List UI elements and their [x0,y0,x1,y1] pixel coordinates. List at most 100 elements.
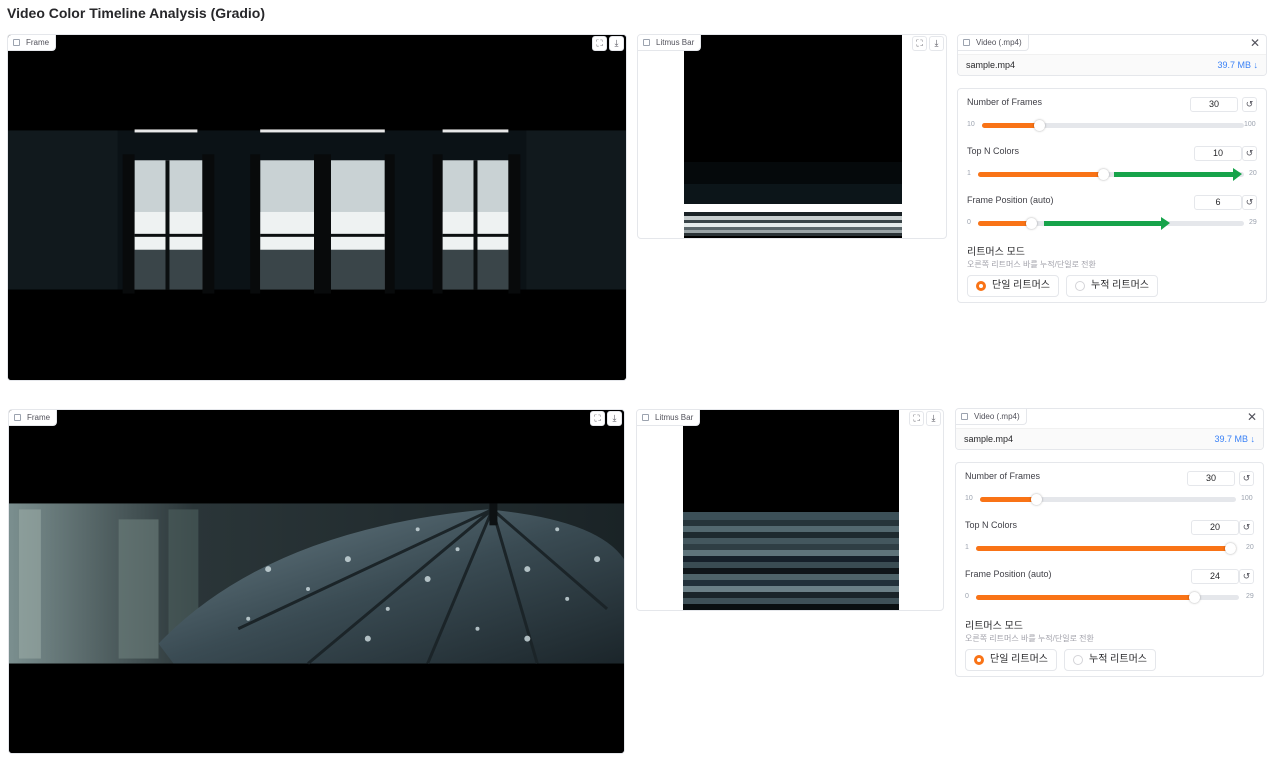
video-label-text: Video (.mp4) [974,412,1020,421]
video-label-text: Video (.mp4) [976,38,1022,47]
colors-min: 1 [967,170,971,177]
download-icon[interactable]: ⤓ [929,36,944,51]
litmus-label-text: Litmus Bar [656,38,695,47]
radio-single-litmus[interactable]: 단일 리트머스 [967,275,1059,297]
mode-title: 리트머스 모드 [967,247,1025,258]
frames-slider[interactable] [982,120,1244,131]
fullscreen-icon[interactable]: ⛶ [909,411,924,426]
frames-slider[interactable] [980,494,1236,505]
fullscreen-icon[interactable]: ⛶ [592,36,607,51]
litmus-bar-image [683,410,899,610]
video-label: Video (.mp4) [958,35,1029,51]
fullscreen-icon[interactable]: ⛶ [912,36,927,51]
close-icon[interactable]: ✕ [1248,37,1262,51]
image-icon [643,39,650,46]
colors-slider-fill [976,546,1236,551]
frame-label: Frame [8,35,57,51]
frames-slider-thumb[interactable] [1034,120,1046,131]
reset-icon[interactable]: ↺ [1239,520,1254,535]
file-row[interactable]: sample.mp4 39.7 MB ↓ [956,428,1263,449]
radio-dot [976,281,986,291]
radio-single-label: 단일 리트머스 [992,280,1050,291]
radio-cumulative-label: 누적 리트머스 [1089,654,1147,665]
position-label: Frame Position (auto) [965,569,1052,579]
frames-number-input[interactable]: 30 [1187,471,1235,486]
litmus-label: Litmus Bar [638,35,702,51]
colors-max: 20 [1246,544,1254,551]
file-size-download-link[interactable]: 39.7 MB ↓ [1217,55,1258,75]
position-number-input[interactable]: 6 [1194,195,1242,210]
annotation-arrow-position [1044,217,1170,230]
mode-title: 리트머스 모드 [965,621,1023,632]
colors-label: Top N Colors [967,146,1020,156]
reset-icon[interactable]: ↺ [1239,471,1254,486]
radio-dot [1075,281,1085,291]
download-icon[interactable]: ⤓ [926,411,941,426]
litmus-bar-panel: Litmus Bar ⛶ ⤓ [636,409,944,611]
page-title: Video Color Timeline Analysis (Gradio) [7,5,266,21]
frames-number-input[interactable]: 30 [1190,97,1238,112]
litmus-label: Litmus Bar [637,410,701,426]
frame-image-panel: Frame ⛶ ⤓ [8,409,625,754]
litmus-bar-panel: Litmus Bar ⛶ ⤓ [637,34,947,239]
frame-image [8,35,626,380]
reset-icon[interactable]: ↺ [1239,569,1254,584]
position-slider-thumb[interactable] [1025,218,1037,229]
reset-icon[interactable]: ↺ [1242,146,1257,161]
video-label: Video (.mp4) [956,409,1027,425]
litmus-bar-image [684,35,902,238]
radio-single-litmus[interactable]: 단일 리트머스 [965,649,1057,671]
position-slider-fill [976,595,1195,600]
frames-min: 10 [965,495,973,502]
reset-icon[interactable]: ↺ [1242,195,1257,210]
radio-cumulative-litmus[interactable]: 누적 리트머스 [1064,649,1156,671]
position-slider[interactable] [976,592,1239,603]
colors-slider-thumb[interactable] [1097,169,1109,180]
position-max: 29 [1249,219,1257,226]
close-icon[interactable]: ✕ [1245,411,1259,425]
frames-max: 100 [1241,495,1253,502]
image-icon [642,414,649,421]
file-icon [961,413,968,420]
colors-slider-thumb[interactable] [1225,543,1236,554]
video-upload-panel[interactable]: Video (.mp4) ✕ sample.mp4 39.7 MB ↓ [955,408,1264,450]
reset-icon[interactable]: ↺ [1242,97,1257,112]
colors-min: 1 [965,544,969,551]
position-max: 29 [1246,593,1254,600]
colors-number-input[interactable]: 20 [1191,520,1239,535]
annotation-arrow-colors [1114,168,1242,181]
frame-label: Frame [9,410,58,426]
video-upload-panel[interactable]: Video (.mp4) ✕ sample.mp4 39.7 MB ↓ [957,34,1267,76]
fullscreen-icon[interactable]: ⛶ [590,411,605,426]
litmus-label-text: Litmus Bar [655,413,694,422]
frames-max: 100 [1244,121,1256,128]
frames-slider-thumb[interactable] [1030,494,1042,505]
frame-image [9,410,624,753]
position-number-input[interactable]: 24 [1191,569,1239,584]
frames-label: Number of Frames [967,97,1043,107]
download-icon[interactable]: ⤓ [609,36,624,51]
controls-panel: Number of Frames 30 ↺ 10 100 Top N Color… [957,88,1267,303]
position-slider-fill [978,221,1032,226]
colors-slider[interactable] [976,543,1236,554]
file-size-download-link[interactable]: 39.7 MB ↓ [1214,429,1255,449]
frames-label: Number of Frames [965,471,1041,481]
radio-single-label: 단일 리트머스 [990,654,1048,665]
frame-label-text: Frame [27,413,51,422]
frame-label-text: Frame [26,38,50,47]
colors-slider-fill [978,172,1104,177]
radio-cumulative-litmus[interactable]: 누적 리트머스 [1066,275,1158,297]
file-row[interactable]: sample.mp4 39.7 MB ↓ [958,54,1266,75]
mode-subtitle: 오른쪽 리트머스 바를 누적/단일로 전환 [967,260,1096,269]
colors-label: Top N Colors [965,520,1018,530]
position-min: 0 [965,593,969,600]
frames-slider-fill [980,497,1037,502]
file-name: sample.mp4 [966,60,1016,70]
colors-number-input[interactable]: 10 [1194,146,1242,161]
image-icon [14,414,21,421]
download-icon[interactable]: ⤓ [607,411,622,426]
position-slider-thumb[interactable] [1188,592,1200,603]
controls-panel: Number of Frames 30 ↺ 10 100 Top N Color… [955,462,1264,677]
radio-cumulative-label: 누적 리트머스 [1091,280,1149,291]
image-icon [13,39,20,46]
